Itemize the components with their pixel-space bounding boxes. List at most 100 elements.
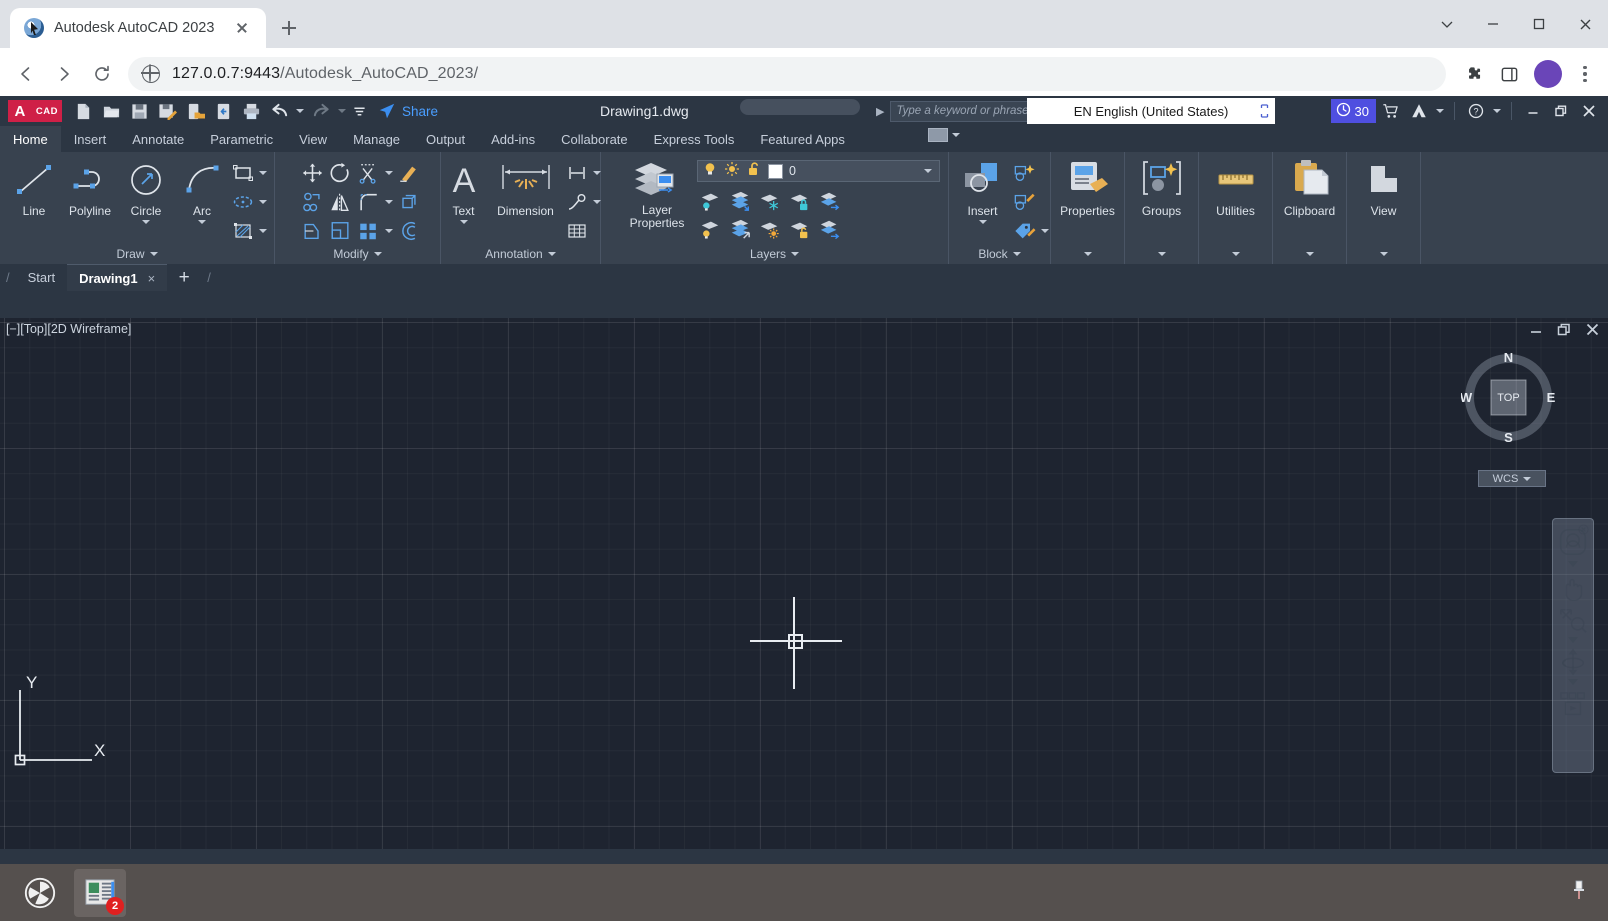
language-selector[interactable]: EN English (United States) — [1027, 98, 1275, 124]
layer-unlock-icon[interactable] — [787, 216, 813, 242]
ellipse-dropdown-caret[interactable] — [258, 189, 268, 215]
panel-label-layers[interactable]: Layers — [601, 244, 948, 264]
browser-tab[interactable]: Autodesk AutoCAD 2023 — [10, 8, 266, 48]
panel-label-draw[interactable]: Draw — [0, 244, 274, 264]
edit-attribute-dropdown-caret[interactable] — [1040, 218, 1050, 244]
avatar[interactable] — [1534, 60, 1562, 88]
forward-arrow-icon[interactable] — [46, 56, 82, 92]
ribbon-tab-featured-apps[interactable]: Featured Apps — [747, 126, 858, 152]
browser-close-icon[interactable] — [1562, 0, 1608, 48]
rectangle-icon[interactable] — [230, 160, 256, 186]
linear-dimension-icon[interactable] — [564, 160, 590, 186]
ribbon-tab-parametric[interactable]: Parametric — [197, 126, 286, 152]
doc-tab-start[interactable]: Start — [16, 264, 67, 291]
rectangle-dropdown-caret[interactable] — [258, 160, 268, 186]
fillet-icon[interactable] — [356, 189, 382, 215]
ribbon-tab-insert[interactable]: Insert — [61, 126, 120, 152]
doc-tab-drawing1[interactable]: Drawing1 × — [67, 264, 168, 291]
leader-icon[interactable] — [564, 189, 590, 215]
kebab-menu-icon[interactable] — [1570, 57, 1600, 91]
array-icon[interactable] — [356, 218, 382, 244]
panel-label-properties[interactable] — [1051, 244, 1124, 264]
chevron-down-icon[interactable] — [1424, 0, 1470, 48]
account-dropdown-caret[interactable] — [1434, 98, 1446, 124]
ribbon-tab-home[interactable]: Home — [0, 126, 61, 152]
sun-icon[interactable] — [724, 161, 740, 182]
help-question-icon[interactable]: ? — [1463, 96, 1489, 126]
trim-dropdown-caret[interactable] — [384, 160, 394, 186]
edit-attribute-icon[interactable] — [1012, 218, 1038, 244]
new-file-icon[interactable] — [70, 98, 96, 124]
customize-quick-access-icon[interactable] — [350, 98, 368, 124]
scale-icon[interactable] — [328, 218, 354, 244]
save-icon[interactable] — [126, 98, 152, 124]
autodesk-account-icon[interactable] — [1406, 96, 1432, 126]
drawing-viewport[interactable]: [−][Top][2D Wireframe] TOP N S E W WCS Y… — [0, 318, 1608, 849]
trial-days-badge[interactable]: 30 — [1330, 99, 1376, 123]
explode-icon[interactable] — [396, 189, 422, 215]
search-input[interactable]: Type a keyword or phrase — [890, 100, 1043, 122]
layer-freeze-icon[interactable] — [757, 188, 783, 214]
leader-dropdown-caret[interactable] — [592, 189, 602, 215]
rotate-icon[interactable] — [328, 160, 354, 186]
ribbon-tab-collaborate[interactable]: Collaborate — [548, 126, 641, 152]
printer-icon[interactable] — [238, 98, 264, 124]
circle-dropdown-caret[interactable] — [142, 220, 150, 224]
save-cloud-icon[interactable] — [210, 98, 236, 124]
insert-dropdown-caret[interactable] — [978, 220, 987, 224]
back-arrow-icon[interactable] — [8, 56, 44, 92]
layer-properties-button[interactable]: Layer Properties — [617, 158, 697, 230]
groups-button[interactable]: Groups — [1126, 158, 1198, 218]
ribbon-tab-express-tools[interactable]: Express Tools — [641, 126, 748, 152]
autocad-logo[interactable]: A CAD — [8, 100, 62, 122]
offset-icon[interactable] — [396, 218, 422, 244]
fillet-dropdown-caret[interactable] — [384, 189, 394, 215]
trim-scissors-icon[interactable] — [356, 160, 382, 186]
redo-arrow-icon[interactable] — [308, 98, 334, 124]
ellipse-icon[interactable] — [230, 189, 256, 215]
taskbar-app-autocad-launcher[interactable] — [14, 869, 66, 917]
text-dropdown-caret[interactable] — [459, 220, 468, 224]
ribbon-tab-output[interactable]: Output — [413, 126, 478, 152]
chevron-down-icon[interactable] — [921, 169, 935, 173]
draw-polyline-button[interactable]: Polyline — [62, 158, 118, 218]
hatch-icon[interactable] — [230, 218, 256, 244]
lightbulb-on-icon[interactable] — [702, 161, 718, 182]
linear-dimension-dropdown-caret[interactable] — [592, 160, 602, 186]
reload-icon[interactable] — [84, 56, 120, 92]
minimize-icon[interactable] — [1470, 0, 1516, 48]
table-icon[interactable] — [564, 218, 590, 244]
layer-match-icon[interactable] — [817, 216, 843, 242]
arc-dropdown-caret[interactable] — [198, 220, 206, 224]
save-as-icon[interactable] — [154, 98, 180, 124]
pin-icon[interactable] — [1572, 880, 1586, 905]
panel-label-utilities[interactable] — [1199, 244, 1272, 264]
redo-dropdown-caret[interactable] — [336, 98, 348, 124]
panel-label-clipboard[interactable] — [1273, 244, 1346, 264]
side-panel-icon[interactable] — [1492, 57, 1526, 91]
edit-block-icon[interactable] — [1012, 189, 1038, 215]
panel-label-annotation[interactable]: Annotation — [441, 244, 600, 264]
ribbon-tab-add-ins[interactable]: Add-ins — [478, 126, 548, 152]
open-cloud-icon[interactable] — [182, 98, 208, 124]
utilities-button[interactable]: Utilities — [1200, 158, 1272, 218]
panel-label-view[interactable] — [1347, 244, 1420, 264]
layer-isolate-icon[interactable] — [697, 188, 723, 214]
panel-label-modify[interactable]: Modify — [275, 244, 440, 264]
undo-dropdown-caret[interactable] — [294, 98, 306, 124]
help-dropdown-caret[interactable] — [1491, 98, 1503, 124]
ribbon-display-options[interactable] — [928, 128, 960, 142]
draw-arc-button[interactable]: Arc — [174, 158, 230, 224]
puzzle-piece-icon[interactable] — [1456, 57, 1490, 91]
address-bar[interactable]: 127.0.0.7:9443/Autodesk_AutoCAD_2023/ — [128, 57, 1446, 91]
acad-minimize-button[interactable] — [1520, 96, 1546, 126]
stretch-icon[interactable] — [300, 218, 326, 244]
ribbon-tab-manage[interactable]: Manage — [340, 126, 413, 152]
layer-lock-icon[interactable] — [787, 188, 813, 214]
copy-icon[interactable] — [300, 189, 326, 215]
mirror-icon[interactable] — [328, 189, 354, 215]
shopping-cart-icon[interactable] — [1378, 96, 1404, 126]
array-dropdown-caret[interactable] — [384, 218, 394, 244]
draw-circle-button[interactable]: Circle — [118, 158, 174, 224]
erase-icon[interactable] — [396, 160, 422, 186]
